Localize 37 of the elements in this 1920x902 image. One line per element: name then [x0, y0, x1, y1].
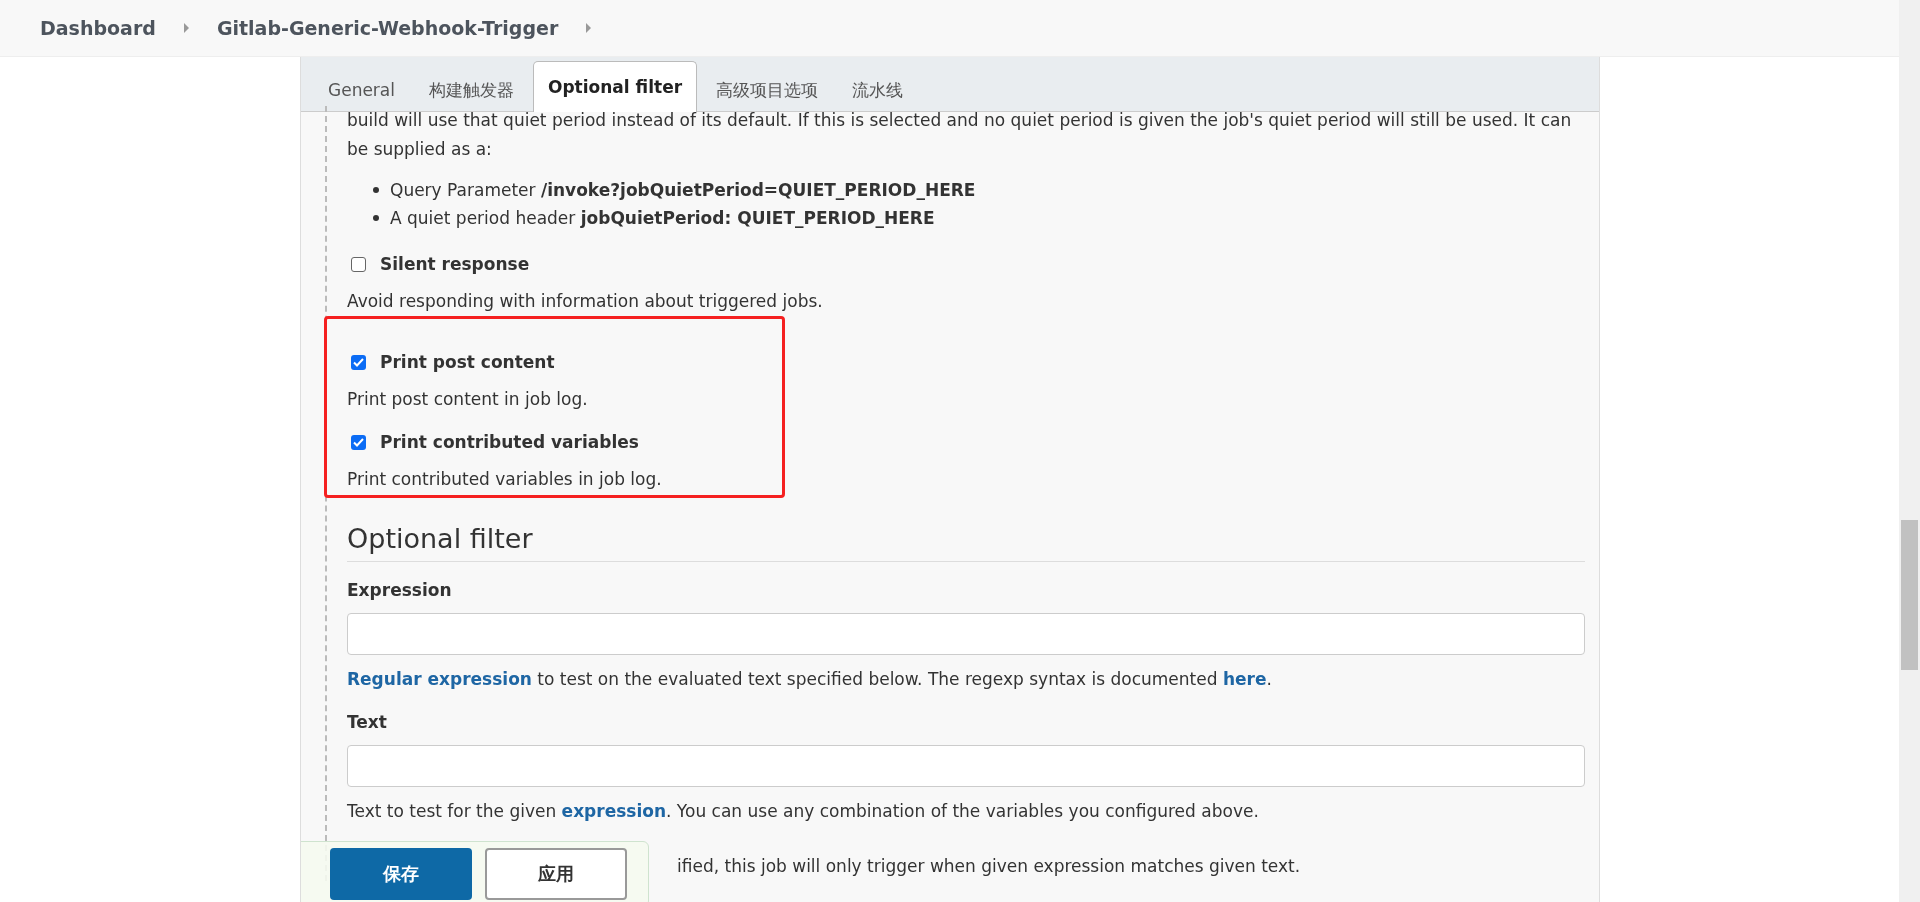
- help-text: ified, this job will only trigger when given expression matches given text.: [677, 855, 1302, 878]
- save-button[interactable]: 保存: [330, 848, 472, 900]
- breadcrumb-link[interactable]: Dashboard: [40, 17, 156, 39]
- bullet-item: Query Parameter /invoke?jobQuietPeriod=QUIET_PERIOD_HERE: [390, 179, 976, 202]
- option-description: Avoid responding with information about triggered jobs.: [347, 290, 824, 313]
- help-link[interactable]: here: [1222, 669, 1267, 689]
- bullet-icon: [373, 187, 379, 193]
- bullet-icon: [373, 215, 379, 221]
- scrollbar-thumb[interactable]: [1901, 520, 1918, 670]
- bullet-item: A quiet period header jobQuietPeriod: QUIET_PERIOD_HERE: [390, 207, 935, 230]
- checkbox[interactable]: [351, 257, 366, 272]
- chevron-icon: [183, 23, 189, 33]
- checkbox[interactable]: [351, 355, 366, 370]
- option-description: Print contributed variables in job log.: [347, 468, 663, 491]
- checkbox-label: Print contributed variables: [380, 431, 639, 454]
- tab[interactable]: 流水线: [837, 67, 919, 112]
- help-text: Regular expression to test on the evaluated text specified below. The regexp syntax is documented here.: [347, 668, 1273, 691]
- description-text: build will use that quiet period instead of its default. If this is selected and no quiet period is given the job's quiet period will still be used. It can be supplied as a:: [347, 109, 1573, 161]
- checkbox-label: Silent response: [380, 253, 530, 276]
- tab[interactable]: 构建触发器: [414, 67, 529, 112]
- checkbox[interactable]: [351, 435, 366, 450]
- input-field[interactable]: [347, 745, 1585, 787]
- apply-button[interactable]: 应用: [485, 848, 627, 900]
- help-link[interactable]: expression: [561, 801, 667, 821]
- chevron-icon: [586, 23, 592, 33]
- section-heading: Optional filter: [347, 524, 1585, 562]
- checkbox-label: Print post content: [380, 351, 555, 374]
- help-link[interactable]: Regular expression: [347, 669, 532, 689]
- option-description: Print post content in job log.: [347, 388, 589, 411]
- field-label: Text: [347, 711, 387, 734]
- field-label: Expression: [347, 579, 452, 602]
- tab[interactable]: Optional filter: [533, 61, 698, 112]
- tab[interactable]: General: [313, 67, 410, 112]
- input-field[interactable]: [347, 613, 1585, 655]
- help-text: Text to test for the given expression. You can use any combination of the variables you configured above.: [347, 800, 1260, 823]
- tab[interactable]: 高级项目选项: [701, 67, 834, 112]
- breadcrumb-link[interactable]: Gitlab-Generic-Webhook-Trigger: [216, 17, 559, 39]
